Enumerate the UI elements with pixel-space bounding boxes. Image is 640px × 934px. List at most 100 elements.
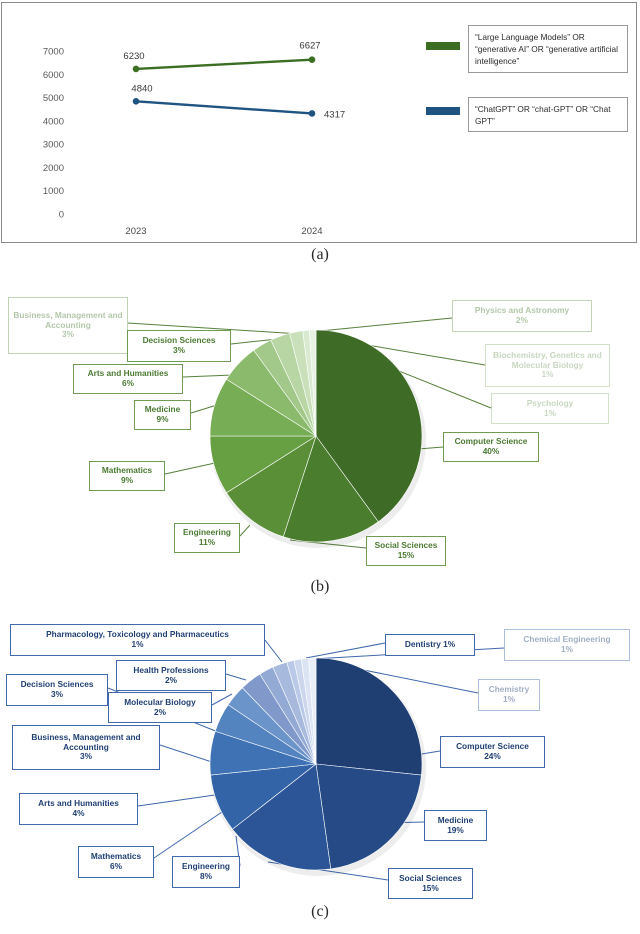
leader-line-2 <box>239 524 251 537</box>
pie-slice-4 <box>209 378 318 437</box>
pie-label-business-management-accounting: Business, Management and Accounting 3% <box>8 297 128 354</box>
pie-label-social-sciences: Social Sciences 15% <box>388 868 473 899</box>
pie-label-mathematics: Mathematics 9% <box>89 461 165 491</box>
data-point-s0-2023 <box>132 65 140 73</box>
pie-label-pct: 15% <box>422 882 439 893</box>
pie-label-pct: 6% <box>110 861 122 871</box>
x-tick-2024: 2024 <box>301 226 322 237</box>
pie-label-psychology: Psychology 1% <box>491 393 609 424</box>
leader-line-8 <box>211 693 233 706</box>
pie-slice-6 <box>227 687 317 765</box>
pie-label-chemical-engineering: Chemical Engineering 1% <box>504 629 630 661</box>
legend-swatch-chatgpt <box>426 107 460 115</box>
panel-a-line-chart: 0 1000 2000 3000 4000 5000 6000 7000 2023 2024 6… <box>1 2 637 243</box>
pie-slice-9 <box>302 329 317 437</box>
pie-label-computer-science: Computer Science 40% <box>443 432 539 462</box>
caption-c: (c) <box>311 903 329 920</box>
panel-c-pie-chart: Pharmacology, Toxicology and Pharmaceuti… <box>0 612 640 900</box>
leader-line-2 <box>267 861 389 881</box>
pie-label-medicine: Medicine 9% <box>134 400 191 430</box>
leader-line-9 <box>307 334 486 366</box>
pie-label-name: Dentistry 1% <box>404 639 456 650</box>
pie-slice-1 <box>315 763 422 870</box>
pie-slice-1 <box>282 435 379 543</box>
pie-label-biochemistry-genetics-molecular-biology: Biochemistry, Genetics and Molecular Bio… <box>485 344 610 387</box>
series-line-0 <box>134 58 314 71</box>
y-tick-1000: 1000 <box>43 186 64 197</box>
pie-label-pct: 8% <box>200 871 212 881</box>
pie-label-pct: 24% <box>484 751 501 761</box>
pie-slice-10 <box>286 659 317 765</box>
pie-label-pct: 9% <box>121 475 133 485</box>
point-value-s1-2023: 4840 <box>131 83 152 94</box>
pie-label-health-professions: Health Professions 2% <box>116 660 226 691</box>
point-value-s0-2023: 6230 <box>123 51 144 62</box>
pie-slice-11 <box>293 658 317 765</box>
pie-label-mathematics: Mathematics 6% <box>78 846 154 878</box>
caption-b: (b) <box>310 578 330 595</box>
pie-label-pct: 2% <box>165 674 177 685</box>
x-tick-2023: 2023 <box>125 226 146 237</box>
pie-slices-c <box>209 657 426 876</box>
pie-label-pct: 3% <box>62 329 74 340</box>
pie-slice-7 <box>270 332 317 437</box>
pie-label-pct: 1% <box>541 369 554 380</box>
pie-label-pct: 2% <box>154 706 166 717</box>
y-axis-tick-labels: 0 1000 2000 3000 4000 5000 6000 7000 <box>43 47 64 221</box>
pie-slice-4 <box>209 730 317 776</box>
pie-label-arts-and-humanities: Arts and Humanities 6% <box>73 364 183 394</box>
pie-label-pct: 2% <box>516 315 528 325</box>
y-tick-5000: 5000 <box>43 93 64 104</box>
pie-label-name: Biochemistry, Genetics and Molecular Bio… <box>493 349 602 370</box>
pie-slice-12 <box>300 657 317 765</box>
y-tick-0: 0 <box>59 210 64 221</box>
y-tick-3000: 3000 <box>43 140 64 151</box>
pie-label-pct: 9% <box>156 414 169 424</box>
pie-label-pct: 1% <box>503 694 515 704</box>
leader-line-6 <box>230 336 297 345</box>
leader-line-1 <box>339 821 425 825</box>
pie-slice-5 <box>214 704 317 765</box>
legend-swatch-llm <box>426 42 460 50</box>
pie-label-pct: 4% <box>72 808 85 818</box>
pie-label-social-sciences: Social Sciences 15% <box>366 536 446 566</box>
x-axis-tick-labels: 2023 2024 <box>125 226 322 237</box>
leader-line-5 <box>137 793 223 807</box>
pie-label-pct: 3% <box>80 751 92 762</box>
leader-line-13 <box>313 659 479 694</box>
y-tick-6000: 6000 <box>43 70 64 81</box>
line-series-group <box>132 56 316 117</box>
pie-slice-10 <box>309 329 317 437</box>
pie-slice-2 <box>232 763 332 871</box>
leader-line-10 <box>264 639 283 663</box>
pie-label-engineering: Engineering 8% <box>172 856 240 888</box>
pie-slice-3 <box>210 763 318 830</box>
pie-label-engineering: Engineering 11% <box>174 523 240 553</box>
pie-slices-b <box>209 329 426 548</box>
data-point-s1-2024 <box>308 110 316 117</box>
pie-slice-9 <box>272 661 317 765</box>
leader-line-6 <box>159 744 219 765</box>
pie-label-dentistry: Dentistry 1% <box>385 634 475 656</box>
leader-line-0 <box>359 750 441 765</box>
pie-slice-8 <box>289 330 317 437</box>
data-point-s1-2023 <box>132 97 140 105</box>
pie-label-molecular-biology: Molecular Biology 2% <box>108 692 212 723</box>
pie-slice-5 <box>226 349 317 437</box>
pie-slice-2 <box>226 435 317 538</box>
pie-label-physics-and-astronomy: Physics and Astronomy 2% <box>452 300 592 332</box>
leader-line-4 <box>153 811 223 859</box>
pie-label-computer-science: Computer Science 24% <box>440 736 545 768</box>
pie-slice-0 <box>315 329 423 523</box>
leader-line-11 <box>305 642 386 659</box>
leader-line-10 <box>311 335 492 409</box>
pie-label-medicine: Medicine 19% <box>424 810 487 841</box>
pie-label-pct: 19% <box>447 824 464 835</box>
pie-slice-13 <box>308 657 317 765</box>
pie-label-pct: 15% <box>397 550 415 560</box>
legend-label-llm: “Large Language Models” OR “generative A… <box>468 25 628 73</box>
leader-line-1 <box>289 539 367 549</box>
leader-line-5 <box>182 373 258 378</box>
point-value-s0-2024: 6627 <box>299 41 320 52</box>
legend-label-chatgpt: “ChatGPT” OR “chat-GPT” OR “Chat GPT” <box>468 97 628 132</box>
